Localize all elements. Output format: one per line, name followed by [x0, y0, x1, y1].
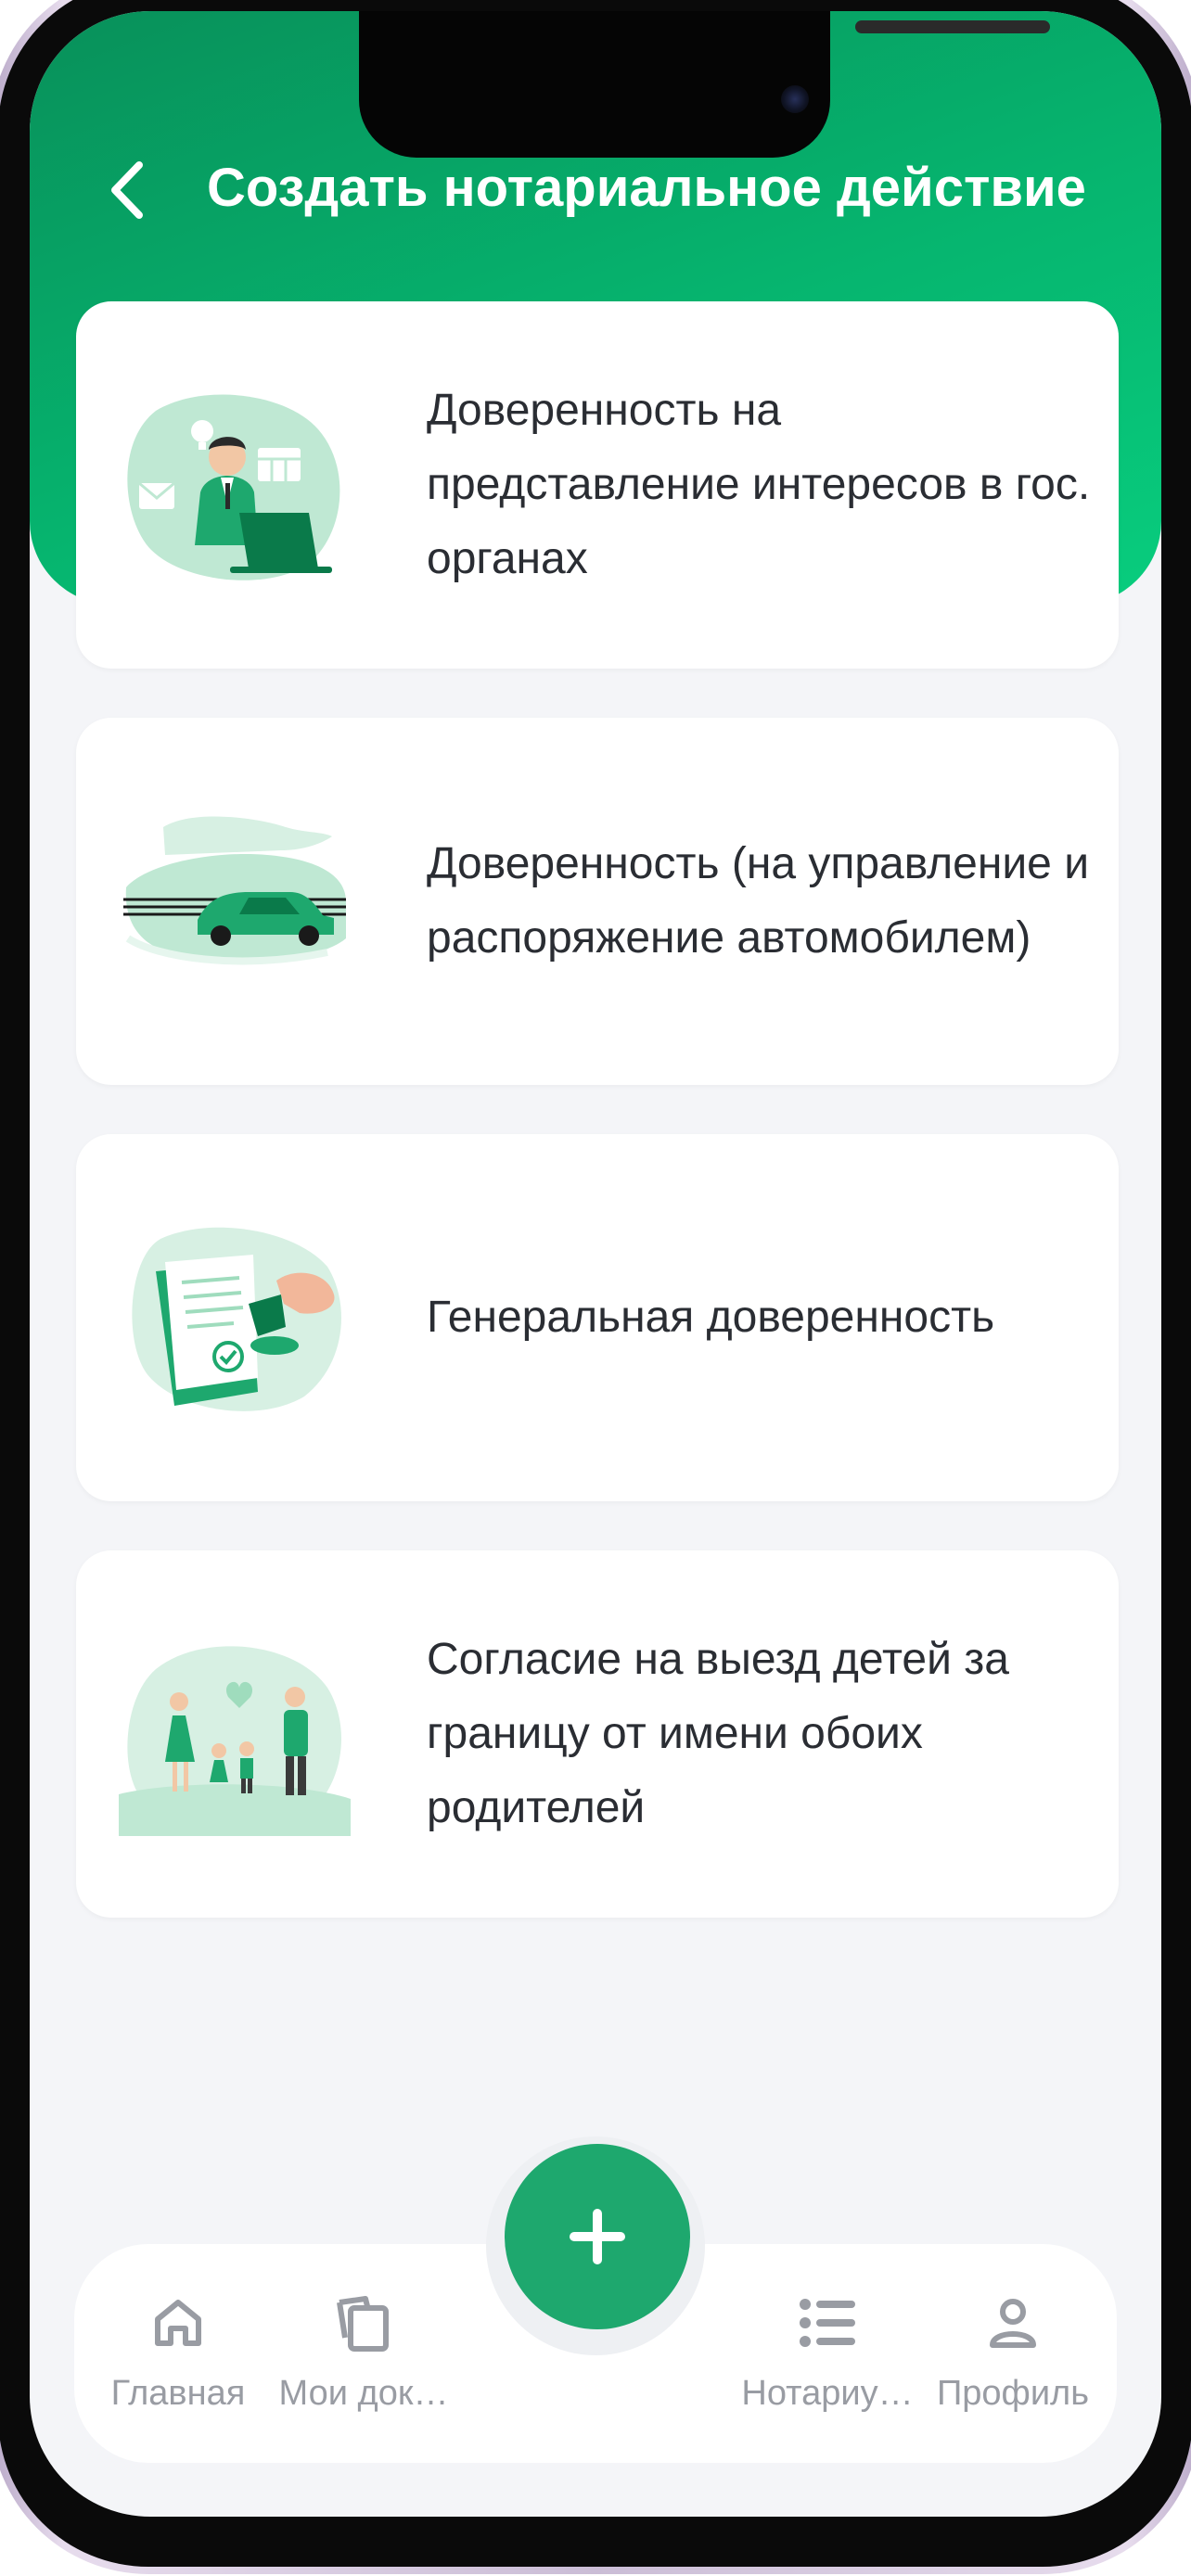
- card-text-container: Доверенность на представление интересов …: [427, 301, 1095, 669]
- card-text-container: Генеральная доверенность: [427, 1134, 1095, 1501]
- action-card-children-travel[interactable]: Согласие на выезд детей за границу от им…: [76, 1550, 1119, 1918]
- card-text-container: Согласие на выезд детей за границу от им…: [427, 1550, 1095, 1918]
- create-action-button[interactable]: [505, 2144, 690, 2329]
- document-stamp-illustration: [132, 1227, 341, 1411]
- profile-icon: [990, 2299, 1036, 2348]
- nav-item-documents[interactable]: Мои док…: [271, 2244, 456, 2463]
- nav-label: Мои док…: [278, 2374, 449, 2413]
- plus-icon: [570, 2209, 625, 2264]
- app-screen: Создать нотариальное действие Довереннос…: [30, 11, 1161, 2517]
- documents-icon: [337, 2296, 389, 2352]
- nav-label: Главная: [110, 2374, 246, 2413]
- nav-item-home[interactable]: Главная: [85, 2244, 271, 2463]
- front-camera: [781, 85, 809, 113]
- nav-label: Нотариу…: [741, 2374, 914, 2413]
- action-card-label: Согласие на выезд детей за границу от им…: [427, 1635, 1009, 1832]
- businessman-laptop-illustration: [127, 394, 340, 580]
- speaker-grille: [855, 20, 1050, 33]
- card-text-container: Доверенность (на управление и распоряжен…: [427, 718, 1095, 1085]
- action-card-vehicle[interactable]: Доверенность (на управление и распоряжен…: [76, 718, 1119, 1085]
- back-button[interactable]: [85, 148, 169, 232]
- chevron-left-icon: [111, 161, 143, 219]
- action-card-label: Генеральная доверенность: [427, 1293, 995, 1342]
- family-illustration: [119, 1646, 351, 1836]
- nav-label: Профиль: [936, 2374, 1090, 2413]
- action-card-label: Доверенность на представление интересов …: [427, 386, 1091, 583]
- phone-frame: Создать нотариальное действие Довереннос…: [0, 0, 1191, 2576]
- action-card-general[interactable]: Генеральная доверенность: [76, 1134, 1119, 1501]
- page-title: Создать нотариальное действие: [207, 158, 1086, 218]
- list-icon: [800, 2299, 855, 2347]
- car-illustration: [123, 816, 346, 965]
- phone-notch: [359, 11, 1050, 158]
- home-icon: [155, 2300, 201, 2346]
- nav-item-profile[interactable]: Профиль: [920, 2244, 1106, 2463]
- action-card-representation[interactable]: Доверенность на представление интересов …: [76, 301, 1119, 669]
- nav-item-notaries[interactable]: Нотариу…: [735, 2244, 920, 2463]
- action-card-label: Доверенность (на управление и распоряжен…: [427, 839, 1089, 963]
